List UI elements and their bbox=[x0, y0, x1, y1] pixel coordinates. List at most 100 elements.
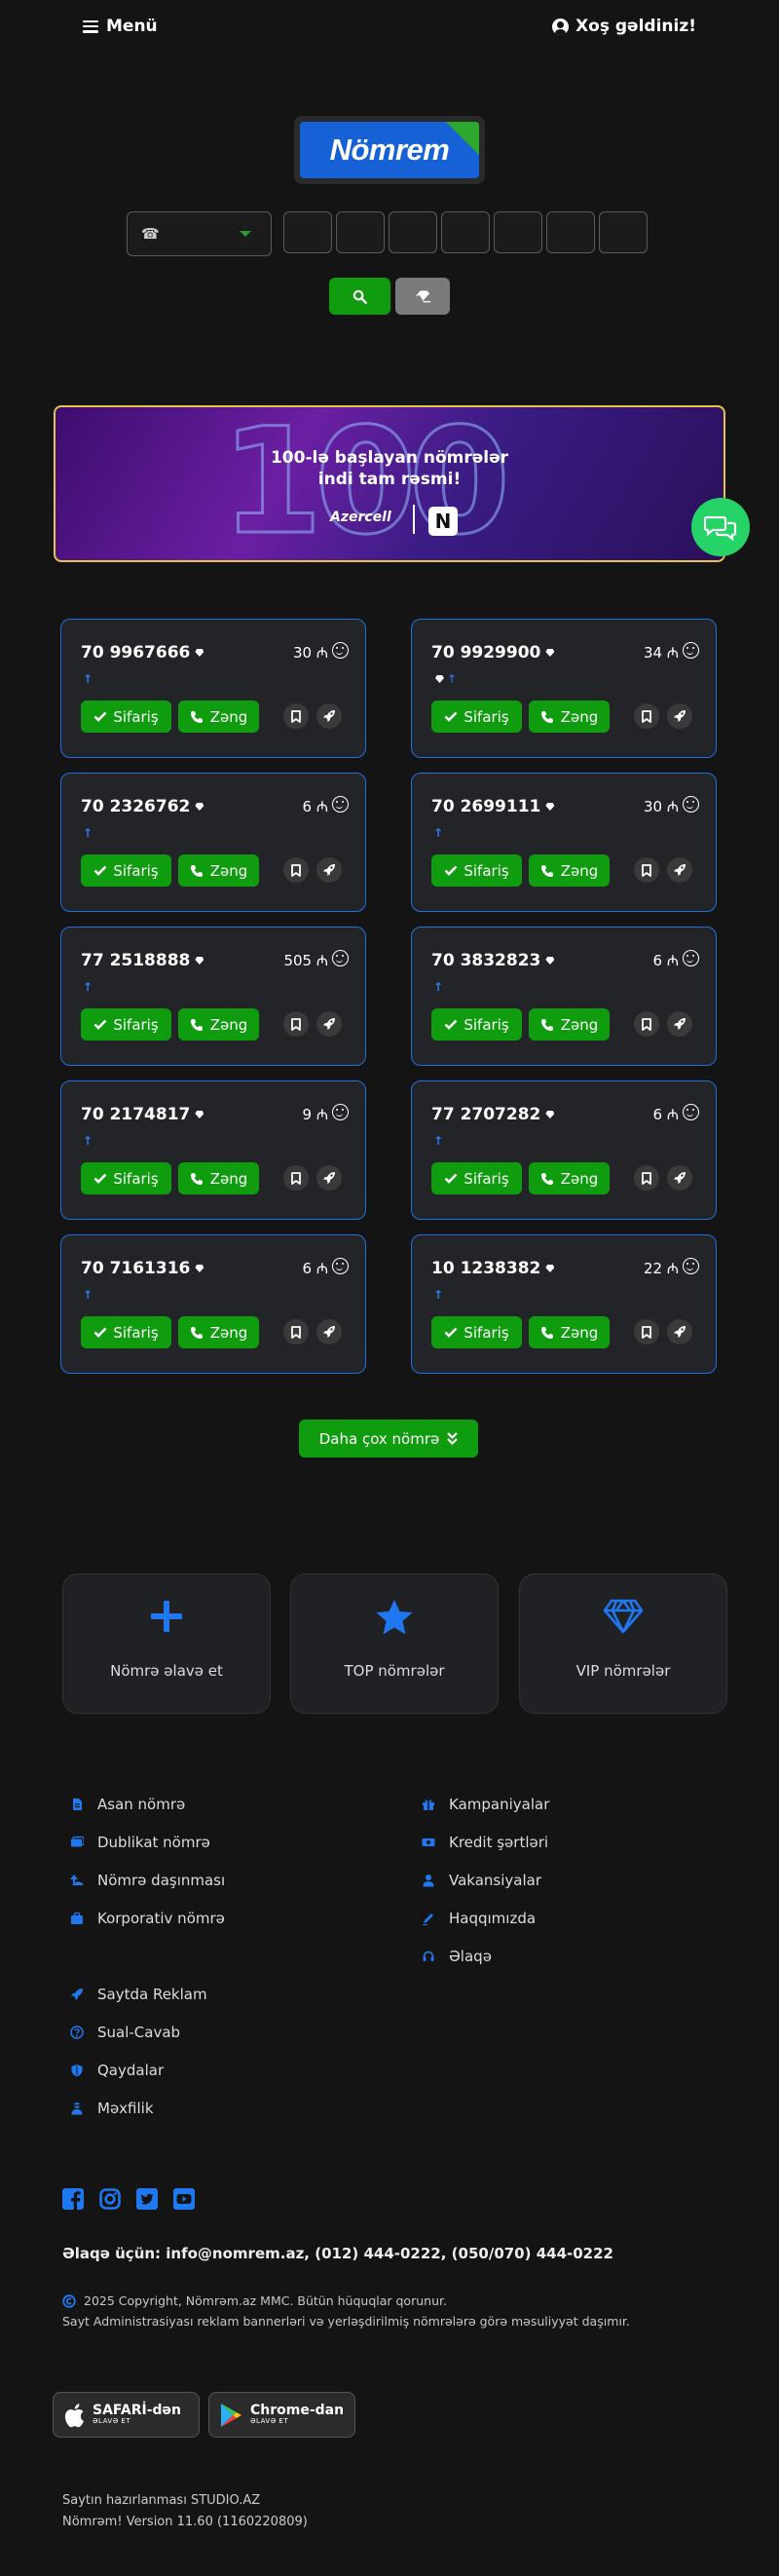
call-button[interactable]: Zəng bbox=[529, 1316, 610, 1348]
bookmark-button[interactable] bbox=[634, 1011, 659, 1037]
footer-link[interactable]: Haqqımızda bbox=[422, 1910, 536, 1927]
phone-number[interactable]: 77 2707282 bbox=[431, 1105, 554, 1124]
smile-icon[interactable] bbox=[332, 1258, 349, 1274]
clear-button[interactable] bbox=[395, 278, 450, 315]
digit-input-3[interactable] bbox=[389, 211, 437, 253]
digit-input-5[interactable] bbox=[494, 211, 542, 253]
phone-number[interactable]: 70 2174817 bbox=[81, 1105, 204, 1124]
tile-vip-numbers[interactable]: VIP nömrələr bbox=[519, 1573, 727, 1714]
boost-button[interactable] bbox=[667, 1319, 692, 1345]
number-card[interactable]: 70 9929900 34 ₼ ↑ Sifariş Zəng bbox=[411, 619, 717, 758]
call-button[interactable]: Zəng bbox=[178, 854, 259, 887]
call-button[interactable]: Zəng bbox=[529, 701, 610, 733]
smile-icon[interactable] bbox=[332, 642, 349, 659]
phone-number[interactable]: 70 9929900 bbox=[431, 643, 554, 663]
footer-link[interactable]: Sual-Cavab bbox=[70, 2024, 180, 2041]
boost-button[interactable] bbox=[316, 1011, 342, 1037]
boost-button[interactable] bbox=[316, 1319, 342, 1345]
digit-input-6[interactable] bbox=[546, 211, 595, 253]
boost-button[interactable] bbox=[316, 1165, 342, 1191]
digit-input-2[interactable] bbox=[336, 211, 385, 253]
order-button[interactable]: Sifariş bbox=[431, 854, 522, 887]
boost-button[interactable] bbox=[667, 1165, 692, 1191]
order-button[interactable]: Sifariş bbox=[431, 1316, 522, 1348]
footer-link[interactable]: Dublikat nömrə bbox=[70, 1834, 210, 1851]
number-card[interactable]: 70 2699111 30 ₼ ↑ Sifariş Zəng bbox=[411, 773, 717, 912]
twitter-icon[interactable] bbox=[136, 2188, 158, 2210]
order-button[interactable]: Sifariş bbox=[81, 701, 171, 733]
site-logo[interactable]: Nömrem bbox=[294, 116, 485, 184]
bookmark-button[interactable] bbox=[283, 1319, 309, 1345]
digit-input-4[interactable] bbox=[441, 211, 490, 253]
call-button[interactable]: Zəng bbox=[178, 1316, 259, 1348]
smile-icon[interactable] bbox=[683, 950, 699, 966]
order-button[interactable]: Sifariş bbox=[431, 1008, 522, 1041]
phone-number[interactable]: 10 1238382 bbox=[431, 1259, 554, 1278]
tile-add-number[interactable]: Nömrə əlavə et bbox=[62, 1573, 271, 1714]
phone-number[interactable]: 70 2699111 bbox=[431, 797, 554, 816]
bookmark-button[interactable] bbox=[634, 703, 659, 729]
number-card[interactable]: 10 1238382 22 ₼ ↑ Sifariş Zəng bbox=[411, 1234, 717, 1374]
call-button[interactable]: Zəng bbox=[178, 701, 259, 733]
footer-link[interactable]: Vakansiyalar bbox=[422, 1872, 541, 1889]
digit-input-7[interactable] bbox=[599, 211, 648, 253]
bookmark-button[interactable] bbox=[283, 857, 309, 883]
footer-link[interactable]: Kredit şərtləri bbox=[422, 1834, 548, 1851]
call-button[interactable]: Zəng bbox=[529, 1008, 610, 1041]
smile-icon[interactable] bbox=[332, 950, 349, 966]
menu-button[interactable]: Menü bbox=[83, 17, 158, 36]
call-button[interactable]: Zəng bbox=[529, 854, 610, 887]
number-card[interactable]: 70 2174817 9 ₼ ↑ Sifariş Zəng bbox=[60, 1080, 366, 1220]
welcome-user[interactable]: Xoş gəldiniz! bbox=[552, 17, 696, 36]
call-button[interactable]: Zəng bbox=[178, 1008, 259, 1041]
order-button[interactable]: Sifariş bbox=[431, 1162, 522, 1194]
footer-link[interactable]: Əlaqə bbox=[422, 1948, 492, 1965]
chrome-badge[interactable]: Chrome-dan ƏLAVƏ ET bbox=[208, 2392, 355, 2438]
digit-input-1[interactable] bbox=[283, 211, 332, 253]
bookmark-button[interactable] bbox=[283, 703, 309, 729]
bookmark-button[interactable] bbox=[283, 1165, 309, 1191]
footer-link[interactable]: Saytda Reklam bbox=[70, 1986, 207, 2003]
phone-number[interactable]: 70 2326762 bbox=[81, 797, 204, 816]
boost-button[interactable] bbox=[667, 703, 692, 729]
youtube-icon[interactable] bbox=[173, 2188, 195, 2210]
number-card[interactable]: 70 2326762 6 ₼ ↑ Sifariş Zəng bbox=[60, 773, 366, 912]
facebook-icon[interactable] bbox=[62, 2188, 84, 2210]
boost-button[interactable] bbox=[667, 857, 692, 883]
smile-icon[interactable] bbox=[332, 1104, 349, 1120]
footer-link[interactable]: Nömrə daşınması bbox=[70, 1872, 225, 1889]
footer-link[interactable]: Asan nömrə bbox=[70, 1796, 185, 1813]
bookmark-button[interactable] bbox=[634, 857, 659, 883]
number-card[interactable]: 70 9967666 30 ₼ ↑ Sifariş Zəng bbox=[60, 619, 366, 758]
call-button[interactable]: Zəng bbox=[529, 1162, 610, 1194]
order-button[interactable]: Sifariş bbox=[81, 854, 171, 887]
order-button[interactable]: Sifariş bbox=[81, 1316, 171, 1348]
search-button[interactable] bbox=[329, 278, 390, 315]
phone-number[interactable]: 77 2518888 bbox=[81, 951, 204, 970]
phone-number[interactable]: 70 3832823 bbox=[431, 951, 554, 970]
order-button[interactable]: Sifariş bbox=[81, 1162, 171, 1194]
footer-link[interactable]: Korporativ nömrə bbox=[70, 1910, 225, 1927]
footer-link[interactable]: Məxfilik bbox=[70, 2100, 154, 2117]
promo-banner[interactable]: 100 100-lə başlayan nömrələr indi tam rə… bbox=[54, 405, 725, 562]
number-card[interactable]: 70 7161316 6 ₼ ↑ Sifariş Zəng bbox=[60, 1234, 366, 1374]
tile-top-numbers[interactable]: TOP nömrələr bbox=[290, 1573, 499, 1714]
bookmark-button[interactable] bbox=[283, 1011, 309, 1037]
smile-icon[interactable] bbox=[683, 1258, 699, 1274]
footer-link[interactable]: Qaydalar bbox=[70, 2062, 164, 2079]
boost-button[interactable] bbox=[667, 1011, 692, 1037]
safari-badge[interactable]: SAFARİ-dən ƏLAVƏ ET bbox=[53, 2392, 200, 2438]
boost-button[interactable] bbox=[316, 703, 342, 729]
order-button[interactable]: Sifariş bbox=[431, 701, 522, 733]
bookmark-button[interactable] bbox=[634, 1319, 659, 1345]
order-button[interactable]: Sifariş bbox=[81, 1008, 171, 1041]
footer-link[interactable]: Kampaniyalar bbox=[422, 1796, 549, 1813]
operator-select[interactable]: ☎ bbox=[127, 211, 272, 256]
smile-icon[interactable] bbox=[683, 642, 699, 659]
smile-icon[interactable] bbox=[332, 796, 349, 813]
call-button[interactable]: Zəng bbox=[178, 1162, 259, 1194]
boost-button[interactable] bbox=[316, 857, 342, 883]
more-numbers-button[interactable]: Daha çox nömrə bbox=[299, 1420, 478, 1458]
chat-button[interactable] bbox=[691, 498, 750, 556]
instagram-icon[interactable] bbox=[99, 2188, 121, 2210]
